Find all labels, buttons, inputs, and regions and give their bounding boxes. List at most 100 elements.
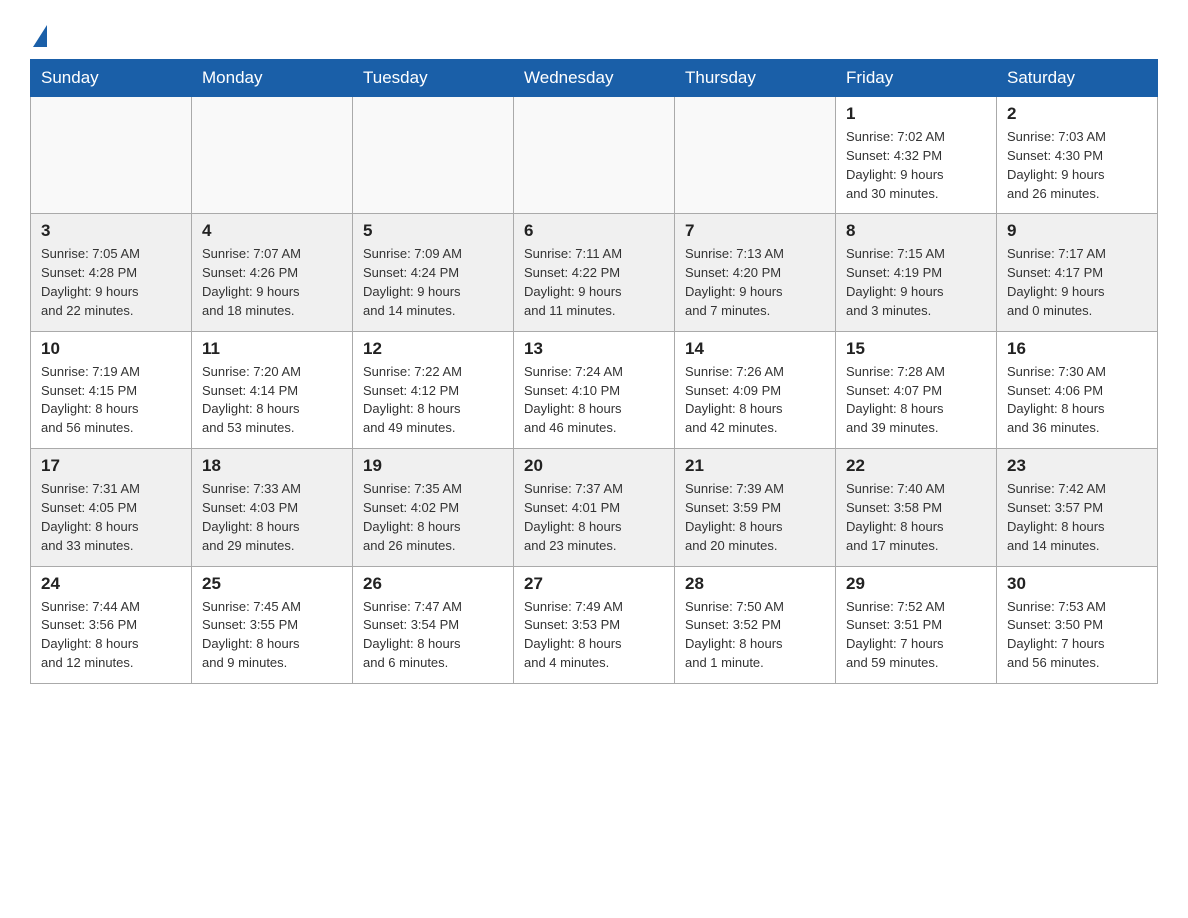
- day-number: 26: [363, 574, 503, 594]
- calendar-day-cell: 18 Sunrise: 7:33 AM Sunset: 4:03 PM Dayli…: [192, 449, 353, 566]
- calendar-week-row: 3 Sunrise: 7:05 AM Sunset: 4:28 PM Daylig…: [31, 214, 1158, 331]
- day-number: 6: [524, 221, 664, 241]
- day-number: 3: [41, 221, 181, 241]
- day-info: Sunrise: 7:15 AM Sunset: 4:19 PM Dayligh…: [846, 245, 986, 320]
- day-number: 7: [685, 221, 825, 241]
- day-number: 15: [846, 339, 986, 359]
- calendar-header-thursday: Thursday: [675, 60, 836, 97]
- day-info: Sunrise: 7:39 AM Sunset: 3:59 PM Dayligh…: [685, 480, 825, 555]
- calendar-header-row: SundayMondayTuesdayWednesdayThursdayFrid…: [31, 60, 1158, 97]
- calendar-header-saturday: Saturday: [997, 60, 1158, 97]
- calendar-day-cell: 28 Sunrise: 7:50 AM Sunset: 3:52 PM Dayli…: [675, 566, 836, 683]
- day-info: Sunrise: 7:49 AM Sunset: 3:53 PM Dayligh…: [524, 598, 664, 673]
- day-number: 2: [1007, 104, 1147, 124]
- day-info: Sunrise: 7:40 AM Sunset: 3:58 PM Dayligh…: [846, 480, 986, 555]
- day-info: Sunrise: 7:17 AM Sunset: 4:17 PM Dayligh…: [1007, 245, 1147, 320]
- day-info: Sunrise: 7:19 AM Sunset: 4:15 PM Dayligh…: [41, 363, 181, 438]
- calendar-day-cell: [675, 97, 836, 214]
- day-number: 22: [846, 456, 986, 476]
- calendar-day-cell: 26 Sunrise: 7:47 AM Sunset: 3:54 PM Dayli…: [353, 566, 514, 683]
- day-info: Sunrise: 7:11 AM Sunset: 4:22 PM Dayligh…: [524, 245, 664, 320]
- day-number: 8: [846, 221, 986, 241]
- calendar-day-cell: 2 Sunrise: 7:03 AM Sunset: 4:30 PM Daylig…: [997, 97, 1158, 214]
- day-number: 9: [1007, 221, 1147, 241]
- calendar-week-row: 10 Sunrise: 7:19 AM Sunset: 4:15 PM Dayli…: [31, 331, 1158, 448]
- calendar-header-monday: Monday: [192, 60, 353, 97]
- day-info: Sunrise: 7:35 AM Sunset: 4:02 PM Dayligh…: [363, 480, 503, 555]
- calendar-week-row: 17 Sunrise: 7:31 AM Sunset: 4:05 PM Dayli…: [31, 449, 1158, 566]
- page-header: [30, 20, 1158, 41]
- calendar-day-cell: 30Sunrise: 7:53 AM Sunset: 3:50 PM Dayli…: [997, 566, 1158, 683]
- day-info: Sunrise: 7:28 AM Sunset: 4:07 PM Dayligh…: [846, 363, 986, 438]
- day-info: Sunrise: 7:26 AM Sunset: 4:09 PM Dayligh…: [685, 363, 825, 438]
- logo: [30, 20, 47, 41]
- day-info: Sunrise: 7:03 AM Sunset: 4:30 PM Dayligh…: [1007, 128, 1147, 203]
- day-info: Sunrise: 7:20 AM Sunset: 4:14 PM Dayligh…: [202, 363, 342, 438]
- calendar-day-cell: 17 Sunrise: 7:31 AM Sunset: 4:05 PM Dayli…: [31, 449, 192, 566]
- day-number: 20: [524, 456, 664, 476]
- calendar-day-cell: 3 Sunrise: 7:05 AM Sunset: 4:28 PM Daylig…: [31, 214, 192, 331]
- day-number: 27: [524, 574, 664, 594]
- day-number: 13: [524, 339, 664, 359]
- calendar-day-cell: 10 Sunrise: 7:19 AM Sunset: 4:15 PM Dayli…: [31, 331, 192, 448]
- calendar-day-cell: 23Sunrise: 7:42 AM Sunset: 3:57 PM Dayli…: [997, 449, 1158, 566]
- calendar-day-cell: 22 Sunrise: 7:40 AM Sunset: 3:58 PM Dayli…: [836, 449, 997, 566]
- day-info: Sunrise: 7:50 AM Sunset: 3:52 PM Dayligh…: [685, 598, 825, 673]
- day-info: Sunrise: 7:53 AM Sunset: 3:50 PM Dayligh…: [1007, 598, 1147, 673]
- calendar-day-cell: 5 Sunrise: 7:09 AM Sunset: 4:24 PM Daylig…: [353, 214, 514, 331]
- day-number: 11: [202, 339, 342, 359]
- calendar-day-cell: 15 Sunrise: 7:28 AM Sunset: 4:07 PM Dayli…: [836, 331, 997, 448]
- day-number: 14: [685, 339, 825, 359]
- calendar-day-cell: 19 Sunrise: 7:35 AM Sunset: 4:02 PM Dayli…: [353, 449, 514, 566]
- day-info: Sunrise: 7:13 AM Sunset: 4:20 PM Dayligh…: [685, 245, 825, 320]
- day-number: 10: [41, 339, 181, 359]
- calendar-day-cell: 11 Sunrise: 7:20 AM Sunset: 4:14 PM Dayli…: [192, 331, 353, 448]
- day-number: 29: [846, 574, 986, 594]
- calendar-day-cell: 20Sunrise: 7:37 AM Sunset: 4:01 PM Dayli…: [514, 449, 675, 566]
- day-info: Sunrise: 7:05 AM Sunset: 4:28 PM Dayligh…: [41, 245, 181, 320]
- calendar-day-cell: [31, 97, 192, 214]
- day-number: 4: [202, 221, 342, 241]
- calendar-day-cell: 14 Sunrise: 7:26 AM Sunset: 4:09 PM Dayli…: [675, 331, 836, 448]
- day-number: 1: [846, 104, 986, 124]
- day-info: Sunrise: 7:30 AM Sunset: 4:06 PM Dayligh…: [1007, 363, 1147, 438]
- day-info: Sunrise: 7:33 AM Sunset: 4:03 PM Dayligh…: [202, 480, 342, 555]
- day-number: 24: [41, 574, 181, 594]
- day-info: Sunrise: 7:31 AM Sunset: 4:05 PM Dayligh…: [41, 480, 181, 555]
- day-info: Sunrise: 7:44 AM Sunset: 3:56 PM Dayligh…: [41, 598, 181, 673]
- calendar-day-cell: 27 Sunrise: 7:49 AM Sunset: 3:53 PM Dayli…: [514, 566, 675, 683]
- day-number: 12: [363, 339, 503, 359]
- day-info: Sunrise: 7:22 AM Sunset: 4:12 PM Dayligh…: [363, 363, 503, 438]
- day-number: 21: [685, 456, 825, 476]
- calendar-day-cell: 9 Sunrise: 7:17 AM Sunset: 4:17 PM Daylig…: [997, 214, 1158, 331]
- calendar-day-cell: 21 Sunrise: 7:39 AM Sunset: 3:59 PM Dayli…: [675, 449, 836, 566]
- calendar-day-cell: 24 Sunrise: 7:44 AM Sunset: 3:56 PM Dayli…: [31, 566, 192, 683]
- day-number: 28: [685, 574, 825, 594]
- calendar-day-cell: 12 Sunrise: 7:22 AM Sunset: 4:12 PM Dayli…: [353, 331, 514, 448]
- day-number: 18: [202, 456, 342, 476]
- calendar-day-cell: 16 Sunrise: 7:30 AM Sunset: 4:06 PM Dayli…: [997, 331, 1158, 448]
- day-number: 5: [363, 221, 503, 241]
- day-info: Sunrise: 7:09 AM Sunset: 4:24 PM Dayligh…: [363, 245, 503, 320]
- calendar-day-cell: [514, 97, 675, 214]
- day-number: 16: [1007, 339, 1147, 359]
- calendar-week-row: 1 Sunrise: 7:02 AM Sunset: 4:32 PM Daylig…: [31, 97, 1158, 214]
- calendar-table: SundayMondayTuesdayWednesdayThursdayFrid…: [30, 59, 1158, 684]
- calendar-day-cell: 13 Sunrise: 7:24 AM Sunset: 4:10 PM Dayli…: [514, 331, 675, 448]
- calendar-day-cell: 4Sunrise: 7:07 AM Sunset: 4:26 PM Daylig…: [192, 214, 353, 331]
- calendar-header-friday: Friday: [836, 60, 997, 97]
- day-number: 19: [363, 456, 503, 476]
- calendar-day-cell: 6 Sunrise: 7:11 AM Sunset: 4:22 PM Daylig…: [514, 214, 675, 331]
- day-number: 23: [1007, 456, 1147, 476]
- calendar-day-cell: 1 Sunrise: 7:02 AM Sunset: 4:32 PM Daylig…: [836, 97, 997, 214]
- day-number: 17: [41, 456, 181, 476]
- day-info: Sunrise: 7:47 AM Sunset: 3:54 PM Dayligh…: [363, 598, 503, 673]
- calendar-week-row: 24 Sunrise: 7:44 AM Sunset: 3:56 PM Dayli…: [31, 566, 1158, 683]
- calendar-day-cell: 7 Sunrise: 7:13 AM Sunset: 4:20 PM Daylig…: [675, 214, 836, 331]
- day-info: Sunrise: 7:02 AM Sunset: 4:32 PM Dayligh…: [846, 128, 986, 203]
- calendar-header-wednesday: Wednesday: [514, 60, 675, 97]
- day-info: Sunrise: 7:24 AM Sunset: 4:10 PM Dayligh…: [524, 363, 664, 438]
- calendar-header-sunday: Sunday: [31, 60, 192, 97]
- calendar-day-cell: [192, 97, 353, 214]
- day-number: 25: [202, 574, 342, 594]
